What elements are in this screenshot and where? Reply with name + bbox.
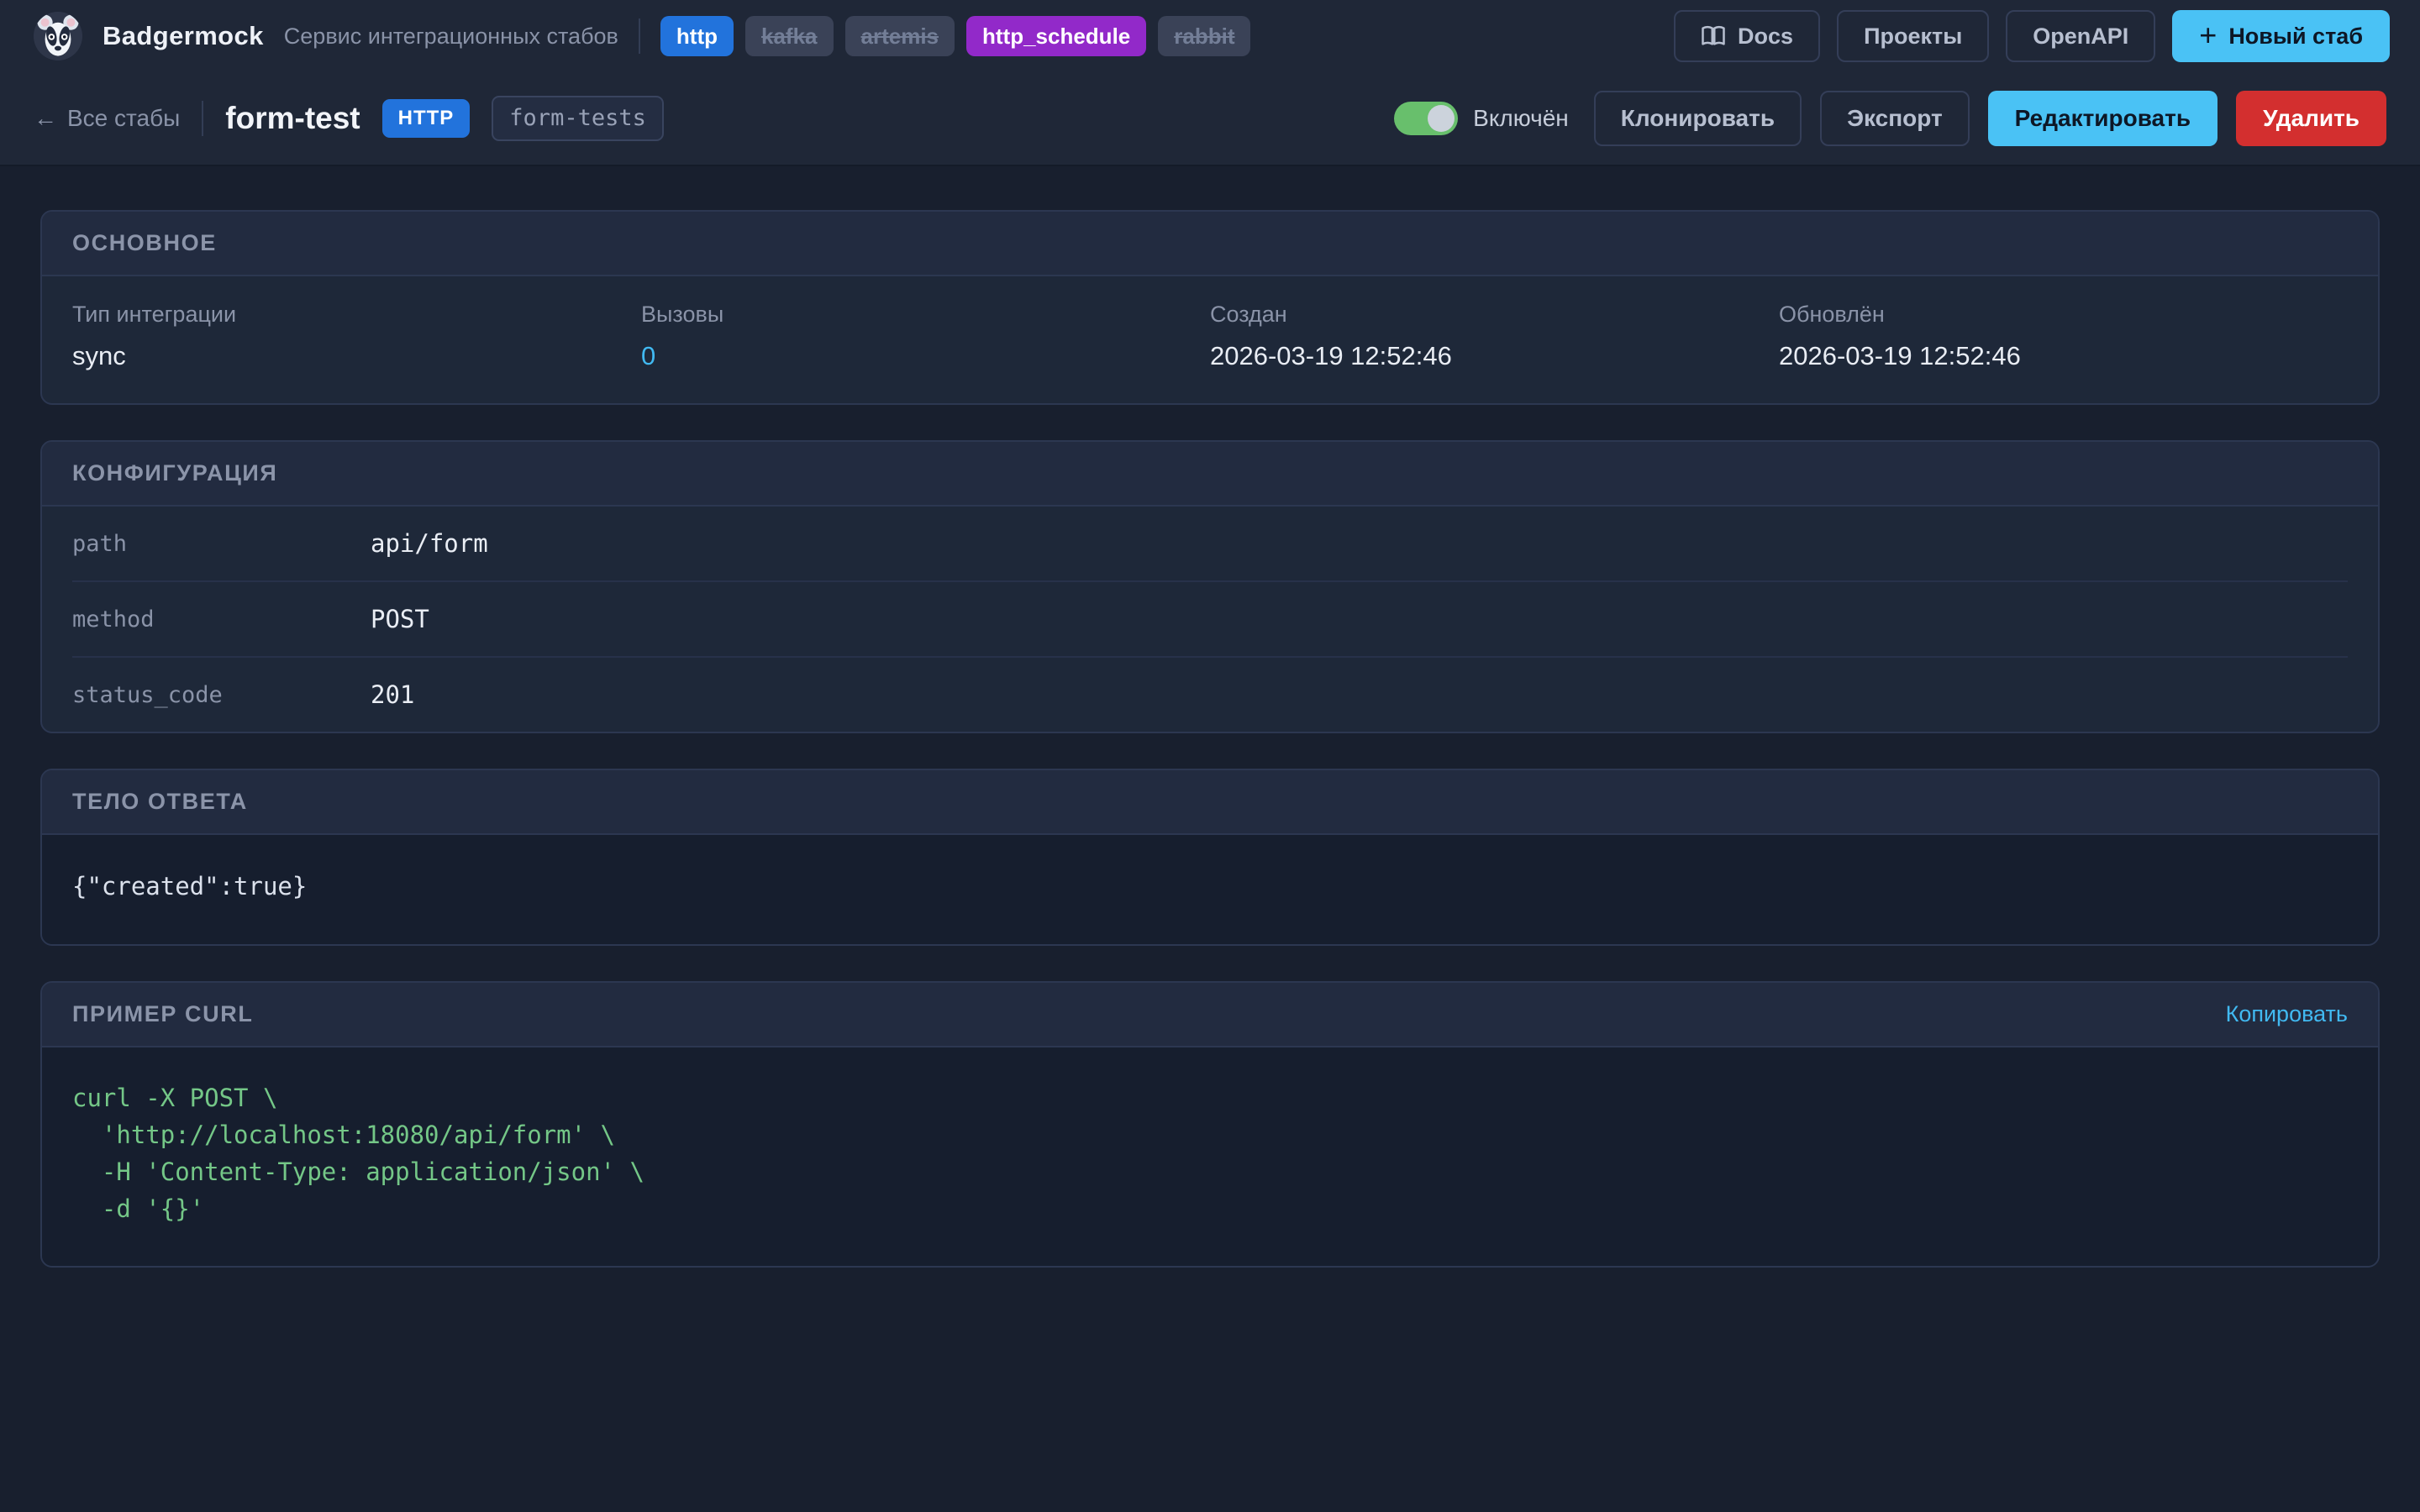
integration-type-tags: http kafka artemis http_schedule rabbit: [660, 16, 1251, 56]
curl-example-card-title: ПРИМЕР CURL: [72, 1001, 254, 1026]
tag-kafka[interactable]: kafka: [745, 16, 834, 56]
tag-http-schedule[interactable]: http_schedule: [966, 16, 1147, 56]
calls-count-link[interactable]: 0: [641, 341, 1210, 371]
response-body-card-title: ТЕЛО ОТВЕТА: [72, 789, 248, 814]
projects-button-label: Проекты: [1864, 23, 1963, 49]
config-row-path: path api/form: [72, 507, 2348, 580]
tag-http[interactable]: http: [660, 16, 734, 56]
stub-detail-content: ОСНОВНОЕ Тип интеграции sync Вызовы 0 Со…: [0, 166, 2420, 1311]
config-key: method: [72, 606, 155, 633]
openapi-button[interactable]: OpenAPI: [2006, 10, 2156, 62]
main-info-card: ОСНОВНОЕ Тип интеграции sync Вызовы 0 Со…: [40, 210, 2380, 405]
field-value: sync: [72, 341, 126, 370]
app-subtitle: Сервис интеграционных стабов: [283, 23, 618, 49]
new-stub-button-label: Новый стаб: [2228, 23, 2363, 49]
field-label: Обновлён: [1779, 302, 1885, 327]
top-navigation-bar: Badgermock Сервис интеграционных стабов …: [0, 0, 2420, 72]
field-value: 2026-03-19 12:52:46: [1779, 341, 2021, 370]
config-row-status-code: status_code 201: [72, 656, 2348, 732]
plus-icon: +: [2199, 17, 2217, 52]
config-key: path: [72, 530, 128, 557]
subbar-divider: [202, 101, 204, 136]
tag-rabbit[interactable]: rabbit: [1158, 16, 1251, 56]
configuration-card: КОНФИГУРАЦИЯ path api/form method POST s…: [40, 440, 2380, 733]
enabled-toggle[interactable]: [1394, 102, 1459, 135]
field-value: 2026-03-19 12:52:46: [1210, 341, 1452, 370]
badgermock-logo-icon: [34, 12, 82, 60]
field-updated: Обновлён 2026-03-19 12:52:46: [1779, 302, 2348, 371]
toggle-knob: [1428, 105, 1455, 132]
response-body-card: ТЕЛО ОТВЕТА {"created":true}: [40, 769, 2380, 946]
clone-button[interactable]: Клонировать: [1593, 91, 1802, 146]
edit-button[interactable]: Редактировать: [1987, 91, 2218, 146]
main-info-card-title: ОСНОВНОЕ: [72, 230, 217, 255]
export-button[interactable]: Экспорт: [1820, 91, 1970, 146]
stub-title: form-test: [225, 101, 360, 135]
main-info-card-header: ОСНОВНОЕ: [42, 212, 2378, 276]
field-calls: Вызовы 0: [641, 302, 1210, 371]
enabled-toggle-label: Включён: [1473, 105, 1569, 131]
delete-button-label: Удалить: [2263, 105, 2360, 131]
tag-artemis[interactable]: artemis: [844, 16, 955, 56]
config-value: 201: [371, 680, 415, 709]
enabled-toggle-group: Включён: [1394, 102, 1569, 135]
main-info-fields: Тип интеграции sync Вызовы 0 Создан 2026…: [42, 276, 2378, 403]
stub-header-bar: ← Все стабы form-test HTTP form-tests Вк…: [0, 72, 2420, 166]
field-created: Создан 2026-03-19 12:52:46: [1210, 302, 1779, 371]
configuration-card-header: КОНФИГУРАЦИЯ: [42, 442, 2378, 507]
projects-button[interactable]: Проекты: [1837, 10, 1990, 62]
topbar-actions: Docs Проекты OpenAPI + Новый стаб: [1674, 10, 2390, 62]
topbar-divider: [638, 18, 640, 54]
back-to-all-stubs-link[interactable]: ← Все стабы: [34, 105, 180, 132]
brand-name: Badgermock: [103, 21, 264, 50]
stub-actions: Включён Клонировать Экспорт Редактироват…: [1394, 91, 2386, 146]
curl-example-card: ПРИМЕР CURL Копировать curl -X POST \ 'h…: [40, 981, 2380, 1268]
docs-button[interactable]: Docs: [1674, 10, 1821, 62]
openapi-button-label: OpenAPI: [2033, 23, 2129, 49]
configuration-rows: path api/form method POST status_code 20…: [42, 507, 2378, 732]
edit-button-label: Редактировать: [2014, 105, 2191, 131]
copy-curl-link[interactable]: Копировать: [2226, 1001, 2348, 1027]
open-book-icon: [1701, 24, 1726, 49]
clone-button-label: Клонировать: [1620, 105, 1776, 131]
response-body-content: {"created":true}: [42, 835, 2378, 944]
field-label: Создан: [1210, 302, 1287, 327]
field-label: Тип интеграции: [72, 302, 237, 327]
back-arrow-icon: ←: [34, 105, 57, 131]
config-value: api/form: [371, 529, 488, 558]
field-integration-type: Тип интеграции sync: [72, 302, 641, 371]
protocol-badge: HTTP: [381, 99, 471, 138]
config-key: status_code: [72, 681, 223, 708]
curl-code: curl -X POST \ 'http://localhost:18080/a…: [72, 1084, 644, 1223]
curl-code-container: curl -X POST \ 'http://localhost:18080/a…: [42, 1047, 2378, 1266]
new-stub-button[interactable]: + Новый стаб: [2172, 10, 2390, 62]
config-value: POST: [371, 605, 429, 633]
docs-button-label: Docs: [1738, 23, 1794, 49]
back-link-label: Все стабы: [67, 105, 181, 131]
config-row-method: method POST: [72, 580, 2348, 656]
response-body-card-header: ТЕЛО ОТВЕТА: [42, 770, 2378, 835]
curl-example-card-header: ПРИМЕР CURL Копировать: [42, 983, 2378, 1047]
configuration-card-title: КОНФИГУРАЦИЯ: [72, 460, 278, 486]
stub-group-tag: form-tests: [492, 95, 664, 142]
delete-button[interactable]: Удалить: [2236, 91, 2386, 146]
export-button-label: Экспорт: [1847, 105, 1943, 131]
field-label: Вызовы: [641, 302, 724, 327]
